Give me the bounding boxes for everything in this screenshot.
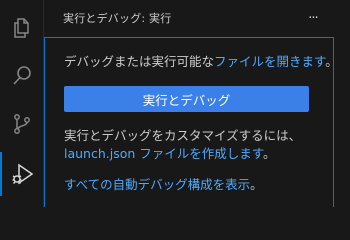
welcome-text-prefix: デバッグまたは実行可能な [64, 54, 215, 69]
run-debug-sidebar: 実行とデバッグ: 実行 ··· デバッグまたは実行可能なファイルを開きます。 実… [44, 0, 350, 207]
welcome-line-launch-json: launch.json ファイルを作成します。 [64, 145, 276, 163]
more-actions-button[interactable]: ··· [302, 8, 324, 28]
activity-item-source-control[interactable] [0, 102, 44, 146]
run-and-debug-button[interactable]: 実行とデバッグ [64, 86, 309, 112]
welcome-line-open-file: デバッグまたは実行可能なファイルを開きます。 [64, 53, 338, 71]
activity-item-search[interactable] [0, 54, 44, 98]
welcome-line-customize: 実行とデバッグをカスタマイズするには、 [64, 127, 301, 145]
welcome-text-suffix: 。 [325, 54, 338, 69]
auto-debug-suffix: 。 [250, 177, 263, 192]
welcome-line-auto-debug: すべての自動デバッグ構成を表示。 [64, 176, 263, 194]
welcome-view: デバッグまたは実行可能なファイルを開きます。 実行とデバッグ 実行とデバッグをカ… [44, 37, 338, 207]
customize-text: 実行とデバッグをカスタマイズするには、 [64, 128, 302, 143]
search-icon [10, 64, 34, 88]
activity-bar [0, 0, 44, 207]
run-debug-icon [10, 161, 36, 187]
show-auto-debug-configs-link[interactable]: すべての自動デバッグ構成を表示 [64, 177, 250, 192]
ellipsis-icon: ··· [308, 10, 318, 26]
sidebar-title: 実行とデバッグ: 実行 [63, 12, 172, 25]
files-icon [10, 16, 34, 40]
open-file-link[interactable]: ファイルを開きます [214, 54, 325, 69]
vscode-window: 実行とデバッグ: 実行 ··· デバッグまたは実行可能なファイルを開きます。 実… [0, 0, 350, 207]
launch-json-suffix: 。 [263, 146, 276, 161]
run-and-debug-button-label: 実行とデバッグ [142, 92, 231, 108]
create-launch-json-link[interactable]: launch.json ファイルを作成します [64, 146, 263, 161]
source-control-icon [10, 112, 34, 136]
activity-item-run-debug[interactable] [0, 152, 44, 196]
activity-item-explorer[interactable] [0, 6, 44, 50]
